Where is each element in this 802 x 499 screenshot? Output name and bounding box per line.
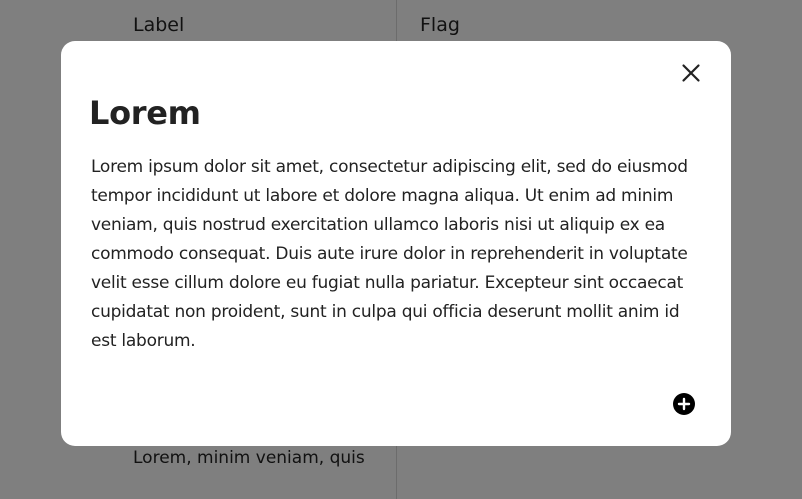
close-button[interactable] [681, 63, 701, 83]
modal-body-text: Lorem ipsum dolor sit amet, consectetur … [91, 157, 688, 351]
close-icon [682, 64, 700, 82]
plus-circle-icon [673, 393, 695, 415]
modal-dialog: Lorem Lorem ipsum dolor sit amet, consec… [61, 41, 731, 446]
add-button[interactable] [673, 393, 695, 415]
modal-title: Lorem [89, 94, 201, 132]
